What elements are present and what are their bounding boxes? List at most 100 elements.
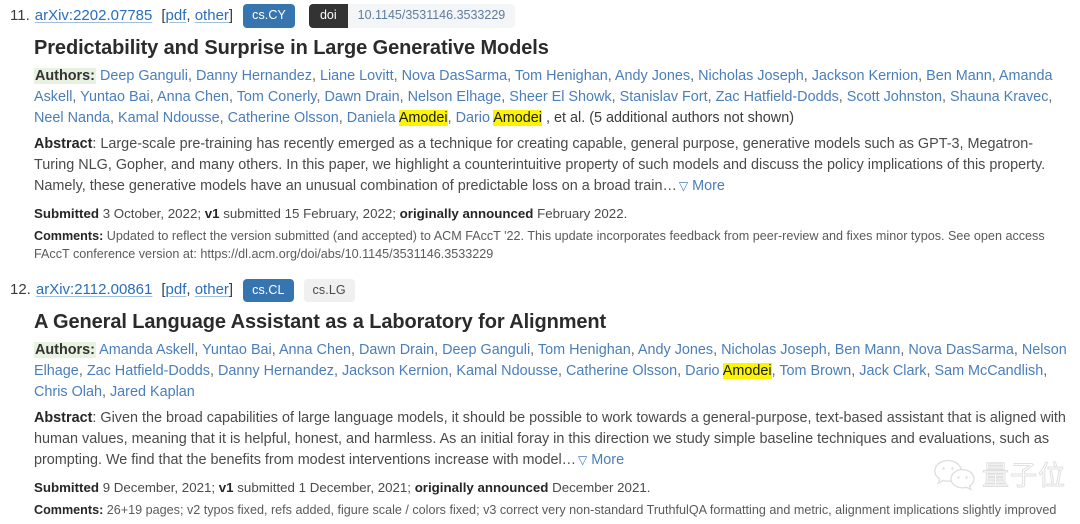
arxiv-id-link[interactable]: arXiv:2202.07785	[35, 6, 153, 26]
author-link[interactable]: Jackson Kernion	[342, 363, 448, 379]
author-link[interactable]: Ben Mann	[926, 68, 992, 84]
author-link[interactable]: Liane Lovitt	[320, 68, 394, 84]
author-link[interactable]: Dawn Drain	[359, 342, 434, 358]
author-separator: ,	[72, 88, 81, 105]
author-link[interactable]: Anna Chen	[279, 342, 351, 358]
author-link[interactable]: Deep Ganguli	[442, 342, 530, 358]
version-label: v1	[218, 480, 234, 495]
version-label: v1	[204, 205, 220, 221]
secondary-category-tag[interactable]: cs.LG	[303, 278, 355, 302]
author-separator: ,	[677, 363, 686, 379]
abstract-line: Abstract: Large-scale pre-training has r…	[34, 134, 1070, 197]
other-link[interactable]: other	[195, 281, 229, 298]
author-link[interactable]: Tom Conerly	[237, 89, 317, 105]
author-link[interactable]: Shauna Kravec	[950, 89, 1048, 105]
format-separator: ,	[186, 6, 195, 24]
more-toggle-link[interactable]: ▽ More	[578, 452, 624, 468]
author-link[interactable]: Kamal Ndousse	[456, 363, 558, 379]
author-link[interactable]: Dario Amodei	[685, 363, 772, 379]
author-link[interactable]: Dario Amodei	[456, 109, 542, 126]
author-link[interactable]: Sam McCandlish	[934, 363, 1043, 379]
author-link[interactable]: Danny Hernandez	[218, 363, 334, 379]
author-separator: ,	[311, 67, 320, 84]
author-separator: ,	[187, 67, 196, 84]
author-separator: ,	[350, 342, 359, 358]
abstract-label: Abstract	[34, 135, 93, 152]
author-link[interactable]: Nelson Elhage	[408, 89, 502, 105]
author-link[interactable]: Nova DasSarma	[908, 342, 1014, 358]
author-link[interactable]: Neel Nanda	[34, 110, 110, 126]
entry-index: 11.	[10, 6, 30, 24]
paper-title[interactable]: A General Language Assistant as a Labora…	[34, 308, 1070, 336]
announced-date: February 2022.	[537, 205, 628, 221]
submitted-label: Submitted	[34, 205, 100, 221]
pdf-link[interactable]: pdf	[166, 7, 187, 24]
author-separator: ,	[941, 88, 950, 105]
author-link[interactable]: Daniela Amodei	[347, 109, 448, 126]
author-link[interactable]: Sheer El Showk	[509, 89, 611, 105]
author-link[interactable]: Jack Clark	[859, 363, 926, 379]
other-link[interactable]: other	[195, 7, 229, 24]
arxiv-id-link[interactable]: arXiv:2112.00861	[36, 280, 152, 300]
author-separator: ,	[194, 342, 203, 358]
pdf-link[interactable]: pdf	[166, 281, 187, 298]
author-link[interactable]: Zac Hatfield-Dodds	[87, 363, 210, 379]
authors-suffix: , et al. (5 additional authors not shown…	[546, 109, 794, 126]
author-link[interactable]: Scott Johnston	[847, 89, 942, 105]
author-separator: ,	[826, 342, 835, 358]
author-link[interactable]: Tom Henighan	[538, 342, 631, 358]
author-link[interactable]: Nicholas Joseph	[721, 342, 827, 358]
more-toggle-link[interactable]: ▽ More	[679, 178, 725, 194]
author-separator: ,	[228, 88, 237, 105]
announced-date: December 2021.	[552, 480, 651, 495]
comments-label: Comments:	[34, 503, 104, 517]
doi-value-link[interactable]: 10.1145/3531146.3533229	[347, 4, 516, 28]
author-separator: ,	[530, 342, 538, 358]
author-link[interactable]: Stanislav Fort	[620, 89, 708, 105]
paper-title[interactable]: Predictability and Surprise in Large Gen…	[34, 34, 1070, 62]
author-link[interactable]: Yuntao Bai	[80, 89, 150, 105]
author-separator: ,	[557, 363, 566, 379]
search-highlight: Amodei	[398, 109, 448, 126]
author-separator: ,	[101, 384, 110, 400]
author-separator: ,	[607, 67, 615, 84]
author-link[interactable]: Catherine Olsson	[566, 363, 677, 379]
author-link[interactable]: Catherine Olsson	[228, 110, 339, 126]
submitted-line: Submitted 9 December, 2021; v1 submitted…	[34, 478, 1070, 497]
author-link[interactable]: Tom Henighan	[515, 68, 608, 84]
comments-text: Updated to reflect the version submitted…	[34, 228, 1045, 261]
abstract-line: Abstract: Given the broad capabilities o…	[34, 408, 1070, 471]
author-link[interactable]: Dawn Drain	[324, 89, 399, 105]
author-link[interactable]: Kamal Ndousse	[118, 110, 220, 126]
entry-header: 11. arXiv:2202.07785 [pdf, other] cs.CY …	[10, 4, 1070, 28]
author-link[interactable]: Andy Jones	[615, 68, 690, 84]
author-link[interactable]: Yuntao Bai	[202, 342, 272, 358]
authors-list: Amanda Askell, Yuntao Bai, Anna Chen, Da…	[34, 342, 1067, 400]
author-link[interactable]: Tom Brown	[779, 363, 851, 379]
result-entry: 12. arXiv:2112.00861 [pdf, other] cs.CL …	[10, 278, 1070, 520]
author-link[interactable]: Zac Hatfield-Dodds	[716, 89, 839, 105]
abstract-text: : Large-scale pre-training has recently …	[34, 135, 1046, 194]
primary-category-tag[interactable]: cs.CL	[243, 278, 294, 302]
author-link[interactable]: Andy Jones	[638, 342, 713, 358]
author-separator: ,	[149, 88, 157, 105]
author-separator: ,	[1048, 88, 1053, 105]
author-link[interactable]: Danny Hernandez	[196, 68, 312, 84]
author-link[interactable]: Jared Kaplan	[110, 384, 195, 400]
entry-body: Predictability and Surprise in Large Gen…	[10, 34, 1070, 263]
author-link[interactable]: Ben Mann	[835, 342, 901, 358]
submitted-label: Submitted	[34, 480, 100, 495]
author-link[interactable]: Amanda Askell	[99, 342, 194, 358]
author-link[interactable]: Jackson Kernion	[812, 68, 918, 84]
author-link[interactable]: Deep Ganguli	[100, 68, 188, 84]
author-link[interactable]: Chris Olah	[34, 384, 102, 400]
author-link[interactable]: Nicholas Joseph	[698, 68, 804, 84]
primary-category-tag[interactable]: cs.CY	[243, 4, 295, 28]
authors-label: Authors:	[34, 67, 96, 84]
author-separator: ,	[399, 88, 408, 105]
author-link[interactable]: Nova DasSarma	[402, 68, 508, 84]
author-link[interactable]: Anna Chen	[157, 89, 229, 105]
submitted-date: 3 October, 2022;	[102, 205, 202, 221]
entry-body: A General Language Assistant as a Labora…	[10, 308, 1070, 519]
comments-line: Comments: 26+19 pages; v2 typos fixed, r…	[34, 501, 1070, 519]
